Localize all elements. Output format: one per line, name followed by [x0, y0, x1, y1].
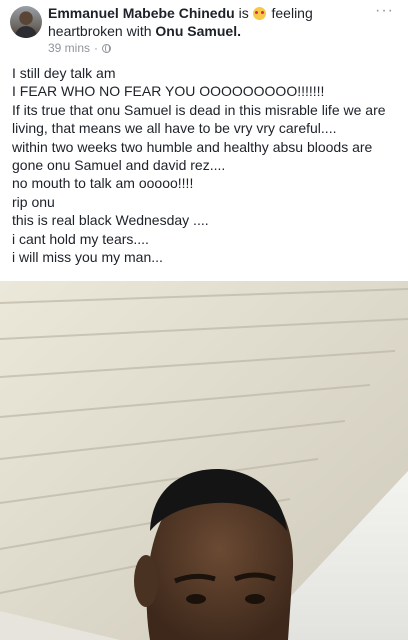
post-header: Emmanuel Mabebe Chinedu is feeling heart…	[0, 0, 408, 62]
globe-icon	[102, 43, 112, 53]
post-line: i will miss you my man...	[12, 249, 163, 266]
post-line: I FEAR WHO NO FEAR YOU OOOOOOOOO!!!!!!!	[12, 83, 325, 100]
post-photo[interactable]	[0, 281, 408, 640]
author-avatar[interactable]	[10, 6, 42, 38]
post-meta: 39 mins ·	[48, 41, 112, 55]
tagged-friend[interactable]: Onu Samuel.	[155, 23, 241, 39]
post-line: i cant hold my tears....	[12, 230, 149, 247]
post-body: I still dey talk am I FEAR WHO NO FEAR Y…	[12, 64, 402, 266]
author-name[interactable]: Emmanuel Mabebe Chinedu	[48, 5, 235, 21]
post-line: rip onu	[12, 193, 55, 210]
feeling-text: heartbroken with	[48, 23, 152, 39]
post-line: within two weeks two humble and healthy …	[12, 138, 373, 174]
avatar-figure	[15, 26, 37, 38]
post-line: I still dey talk am	[12, 65, 116, 81]
selfie-illustration	[0, 281, 408, 640]
post-line: no mouth to talk am ooooo!!!!	[12, 175, 194, 192]
connector-is: is	[238, 5, 249, 21]
feeling-label: feeling	[271, 5, 313, 21]
post-line: this is real black Wednesday ....	[12, 212, 209, 229]
post-header-text: Emmanuel Mabebe Chinedu is feeling heart…	[48, 4, 378, 40]
post-time[interactable]: 39 mins	[48, 41, 90, 55]
heartbroken-emoji-icon	[252, 7, 266, 20]
more-dots-icon[interactable]: ···	[375, 2, 394, 20]
post-line: If its true that onu Samuel is dead in t…	[12, 101, 386, 137]
meta-separator: ·	[94, 41, 99, 55]
